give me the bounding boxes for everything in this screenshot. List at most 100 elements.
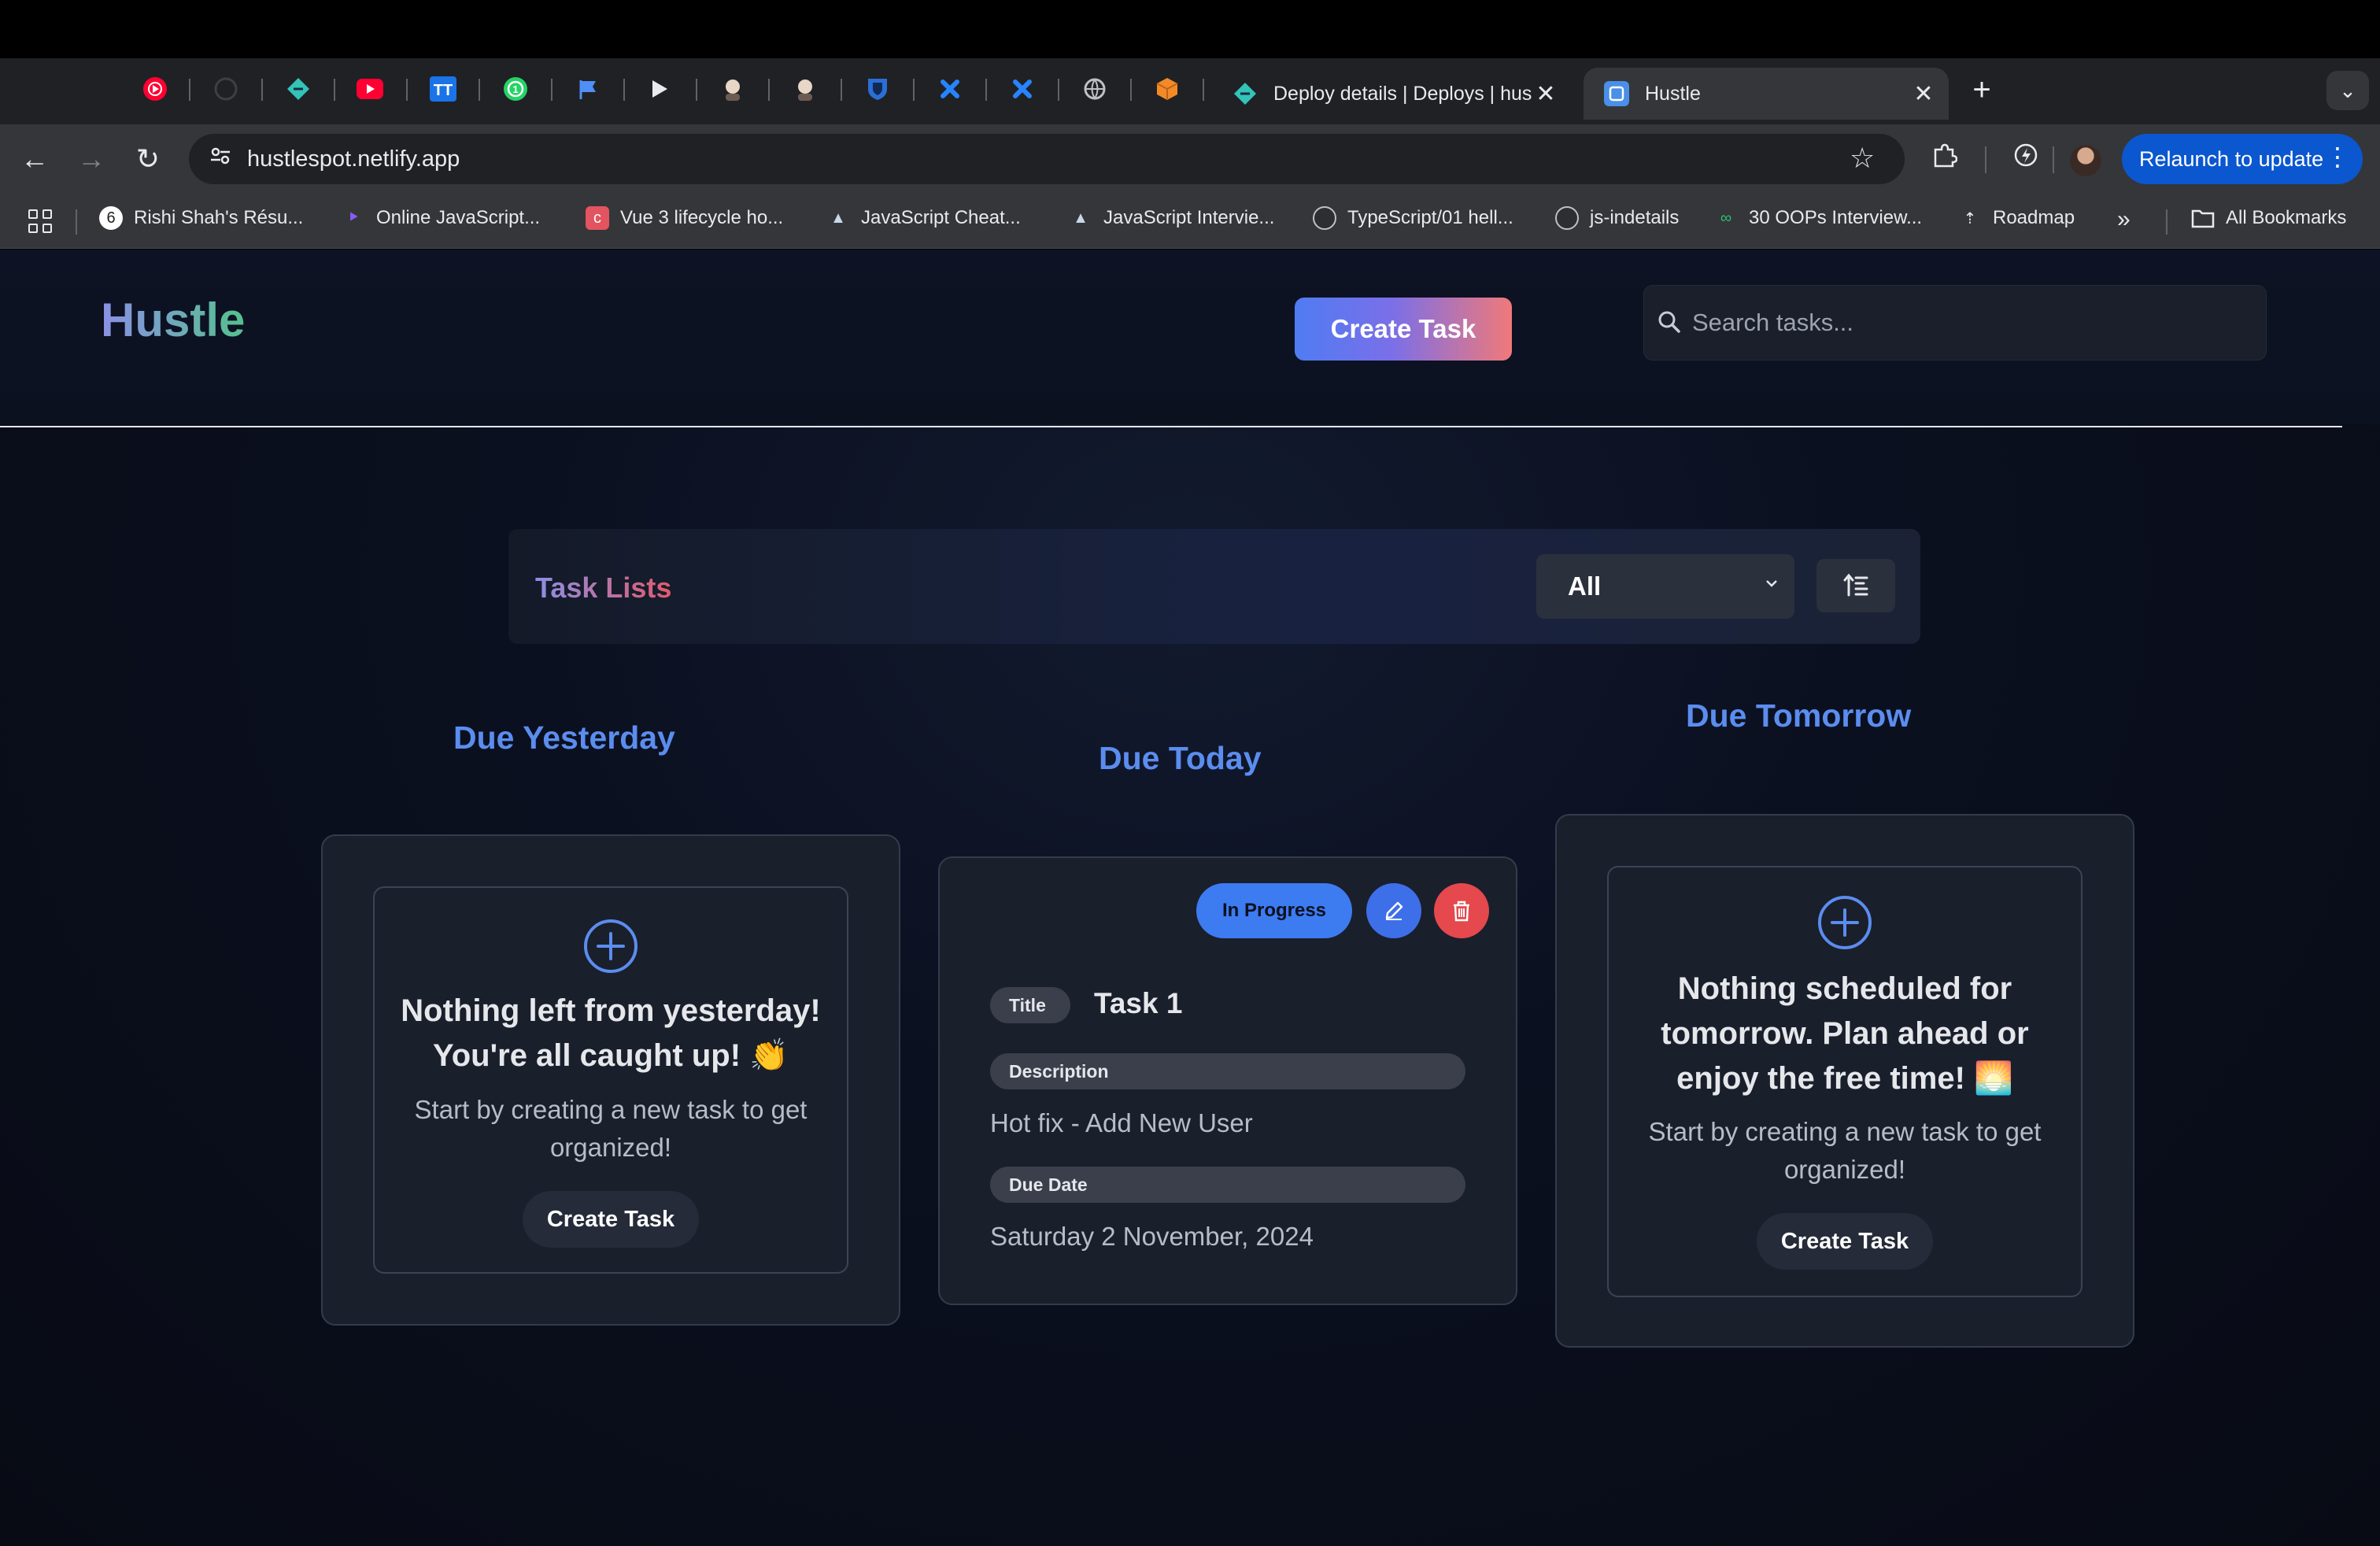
tab-separator [261,79,263,101]
title-label: Title [990,987,1070,1023]
flag-tab-icon[interactable] [575,76,601,102]
tab-separator [913,79,915,101]
folder-icon [2191,206,2215,230]
relaunch-button[interactable]: Relaunch to update ⋮ [2122,134,2363,184]
create-task-button-yesterday[interactable]: Create Task [523,1191,699,1248]
tt-tab-icon[interactable]: TT [430,76,456,102]
mountain-icon: ▲ [1073,209,1088,227]
bookmark-item[interactable]: ▲ JavaScript Intervie... [1069,206,1274,230]
bookmarks-overflow-button[interactable]: » [2117,206,2131,233]
netlify-icon [1234,83,1256,105]
tab-separator [985,79,987,101]
svg-text:TT: TT [434,82,453,99]
play-tab-icon[interactable] [645,76,672,102]
reload-icon[interactable]: ↻ [129,140,167,178]
github-icon [1313,206,1336,230]
relaunch-label: Relaunch to update [2139,146,2324,171]
due-date-label: Due Date [990,1167,1465,1203]
tab-separator [1203,79,1204,101]
bookmark-item[interactable]: ∞ 30 OOPs Interview... [1714,206,1922,230]
extensions-icon[interactable] [1927,142,1961,176]
jira-tab-icon[interactable] [1009,76,1036,102]
bookmark-item[interactable]: 6 Rishi Shah's Résu... [99,206,303,230]
tab-separator [551,79,552,101]
forward-icon[interactable]: → [72,140,110,178]
avatar-tab-icon[interactable] [792,76,819,102]
bitwarden-tab-icon[interactable] [864,76,891,102]
bookmark-item[interactable]: TypeScript/01 hell... [1313,206,1513,230]
tab-separator [406,79,408,101]
create-task-button[interactable]: Create Task [1295,298,1512,361]
tab-separator [768,79,770,101]
avatar-tab-icon[interactable] [719,76,746,102]
app-logo[interactable]: Hustle [101,293,245,347]
tab-separator [479,79,480,101]
jira-tab-icon[interactable] [937,76,963,102]
close-tab-icon[interactable]: ✕ [1909,80,1938,108]
hustle-favicon-icon [1604,81,1629,106]
more-menu-icon[interactable]: ⋮ [2325,142,2350,172]
url-text[interactable]: hustlespot.netlify.app [247,146,460,172]
toolbar-separator [1985,146,1986,173]
task-lists-title: Task Lists [535,571,672,604]
bookmark-item[interactable]: c Vue 3 lifecycle ho... [586,206,783,230]
bookmark-separator [76,209,77,235]
bookmark-item[interactable]: ⇡ Roadmap [1958,206,2075,230]
tab-separator [696,79,697,101]
trash-icon [1454,901,1469,922]
bookmark-star-icon[interactable]: ☆ [1850,142,1875,175]
tab-hustle[interactable]: Hustle ✕ [1584,68,1949,120]
bookmark-item[interactable]: ⯈ Online JavaScript... [342,206,540,230]
back-icon[interactable]: ← [16,140,54,178]
pencil-icon [1385,901,1403,920]
youtube-tab-icon[interactable] [357,76,383,102]
status-badge[interactable]: In Progress [1196,883,1352,938]
screen: TT 1 Deploy details | Deploys | hus ✕ Hu… [0,0,2380,1546]
empty-state-subtext: Start by creating a new task to get orga… [414,1095,808,1162]
delete-task-button[interactable] [1434,883,1489,938]
tab-separator [189,79,190,101]
whatsapp-tab-icon[interactable]: 1 [502,76,529,102]
chevron-down-icon [1766,580,1777,587]
sort-button[interactable] [1816,559,1895,612]
task-title: Task 1 [1094,987,1183,1019]
status-filter-value: All [1568,571,1602,601]
performance-icon[interactable] [2009,142,2043,176]
tab-label: Deploy details | Deploys | hus [1273,82,1532,105]
svg-text:1: 1 [512,83,518,95]
status-filter-select[interactable]: All [1536,554,1794,619]
create-task-button-tomorrow[interactable]: Create Task [1757,1213,1933,1270]
youtube-music-tab-icon[interactable] [142,76,168,102]
bookmark-item[interactable]: ▲ JavaScript Cheat... [826,206,1021,230]
mac-menubar-area [0,0,2380,58]
github-tab-icon[interactable] [213,76,239,102]
netlify-tab-icon[interactable] [285,76,312,102]
sort-ascending-icon [1843,573,1868,597]
globe-tab-icon[interactable] [1081,76,1108,102]
empty-state-heading: Nothing scheduled for tomorrow. Plan ahe… [1661,971,2029,1096]
github-icon [1555,206,1579,230]
empty-state-heading: Nothing left from yesterday! You're all … [401,993,821,1073]
header-divider [0,426,2342,427]
replit-icon: ⯈ [347,209,360,227]
apps-grid-icon[interactable] [28,209,52,233]
tab-label: Hustle [1645,82,1701,105]
plus-circle-icon [1818,896,1872,949]
profile-avatar[interactable] [2070,145,2101,176]
search-input[interactable] [1692,303,2243,342]
all-bookmarks-button[interactable]: All Bookmarks [2191,206,2346,230]
empty-state-subtext: Start by creating a new task to get orga… [1648,1117,2042,1184]
column-title-yesterday: Due Yesterday [453,719,675,756]
edit-task-button[interactable] [1366,883,1421,938]
plus-circle-icon [584,919,638,973]
tab-deploy-details[interactable]: Deploy details | Deploys | hus ✕ [1212,68,1571,120]
column-title-today: Due Today [1099,740,1262,776]
tab-separator [334,79,335,101]
bookmark-item[interactable]: js-indetails [1555,206,1679,230]
rocket-icon: ⇡ [1963,209,1977,227]
close-tab-icon[interactable]: ✕ [1532,80,1560,108]
new-tab-button[interactable]: + [1964,72,1999,107]
site-settings-icon[interactable] [206,145,235,173]
tab-search-button[interactable]: ⌄ [2326,71,2369,110]
box-tab-icon[interactable] [1154,76,1181,102]
